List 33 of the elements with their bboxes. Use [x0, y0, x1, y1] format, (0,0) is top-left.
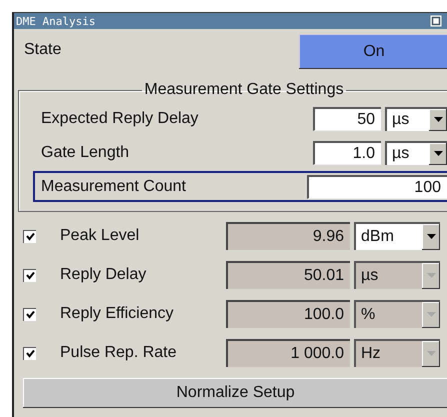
setting-row[interactable]: Gate Length 1.0 µs	[33, 137, 447, 168]
setting-row[interactable]: Expected Reply Delay 50 µs	[33, 103, 447, 134]
maximize-icon[interactable]	[430, 15, 444, 27]
dropdown-arrow-icon	[434, 150, 442, 156]
measurement-label: Reply Efficiency	[59, 305, 175, 323]
readout-field: 1 000.0	[226, 339, 350, 367]
state-label: State	[24, 41, 62, 59]
measurement-label: Pulse Rep. Rate	[59, 344, 178, 362]
measurement-label: Peak Level	[59, 227, 140, 245]
value-field[interactable]: 100	[307, 174, 447, 198]
dropdown-arrow-icon	[426, 234, 436, 240]
checkbox[interactable]	[23, 230, 36, 242]
dropdown-arrow-icon	[426, 312, 436, 318]
window-title: DME Analysis	[16, 14, 96, 28]
readout-field: 9.96	[226, 222, 350, 250]
readout-field: 50.01	[226, 261, 350, 289]
readout-field: 100.0	[226, 300, 350, 328]
value-field[interactable]: 1.0	[313, 140, 381, 164]
state-toggle-button[interactable]: On	[299, 34, 447, 69]
normalize-button[interactable]: Normalize Setup	[23, 378, 447, 408]
value-field[interactable]: 50	[313, 106, 381, 130]
dropdown-arrow-icon	[434, 116, 442, 122]
setting-label: Measurement Count	[41, 178, 187, 196]
group-title: Measurement Gate Settings	[143, 81, 345, 99]
unit-dropdown[interactable]: µs	[385, 140, 447, 164]
setting-label: Gate Length	[41, 144, 130, 162]
dropdown-arrow-icon	[426, 273, 436, 279]
dropdown-arrow-icon	[426, 351, 436, 357]
measurement-label: Reply Delay	[59, 266, 148, 284]
setting-label: Expected Reply Delay	[41, 110, 200, 128]
unit-dropdown[interactable]: dBm	[354, 222, 440, 250]
unit-dropdown[interactable]: µs	[385, 106, 447, 130]
focused-setting-row[interactable]: Measurement Count 100	[33, 171, 447, 202]
